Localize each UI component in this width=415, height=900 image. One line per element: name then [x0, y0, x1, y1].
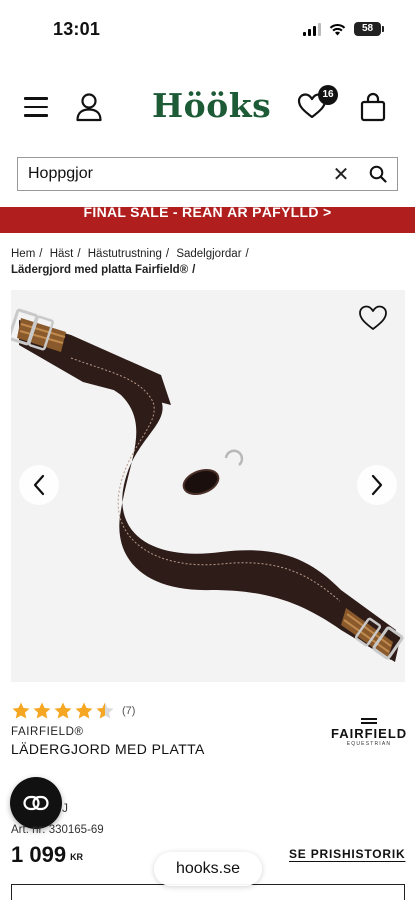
product-brand[interactable]: FAIRFIELD® [11, 726, 84, 738]
bottom-section-box [11, 884, 405, 900]
product-image [11, 308, 404, 662]
search-input[interactable]: Hoppgjor [18, 165, 323, 183]
price-currency: KR [70, 852, 84, 862]
brand-logo-mark [361, 718, 377, 724]
breadcrumb-item[interactable]: Hästutrustning [88, 248, 162, 260]
sale-banner[interactable]: FINAL SALE - REAN ÄR PÅFYLLD > [0, 207, 415, 233]
search-button[interactable] [359, 158, 397, 190]
star-full-icon [54, 702, 72, 719]
star-full-icon [12, 702, 30, 719]
sale-banner-text: FINAL SALE - REAN ÄR PÅFYLLD > [83, 207, 332, 220]
article-number: Art. nr: 330165-69 [11, 824, 104, 836]
brand-logo[interactable]: FAIRFIELD EQUESTRIAN [331, 718, 407, 747]
breadcrumb-item[interactable]: Hem [11, 248, 35, 260]
price-history-link[interactable]: SE PRISHISTORIK [289, 847, 405, 861]
product-title: LÄDERGJORD MED PLATTA [11, 741, 205, 757]
site-header: Hööks 16 [0, 76, 415, 136]
rating-count: (7) [122, 705, 136, 717]
status-icons: 58 [303, 22, 384, 36]
product-price: 1 099 KR [11, 842, 83, 868]
add-to-wishlist-icon[interactable] [358, 304, 388, 332]
next-image-button[interactable] [357, 465, 397, 505]
brand-logo-name: FAIRFIELD [331, 726, 408, 741]
account-icon[interactable] [75, 92, 103, 122]
battery-icon: 58 [354, 22, 384, 36]
breadcrumb-item[interactable]: Sadelgjordar [176, 248, 241, 260]
star-half-icon [96, 702, 114, 719]
product-gallery[interactable] [11, 290, 405, 682]
star-full-icon [33, 702, 51, 719]
search-icon [369, 165, 387, 183]
wifi-icon [329, 23, 346, 35]
chat-button[interactable] [10, 777, 62, 829]
status-time: 13:01 [53, 19, 101, 39]
clear-search-icon[interactable]: ✕ [323, 158, 359, 190]
breadcrumb-current: Lädergjord med platta Fairfield® [11, 264, 189, 276]
brand-logo-subtitle: EQUESTRIAN [346, 741, 392, 747]
price-value: 1 099 [11, 842, 67, 867]
chevron-left-icon [33, 474, 45, 496]
chat-icon [23, 795, 49, 811]
breadcrumb: Hem / Häst / Hästutrustning / Sadelgjordar /… [11, 248, 249, 276]
product-rating[interactable]: (7) [11, 701, 135, 721]
star-full-icon [75, 702, 93, 719]
browser-url-bar[interactable]: hooks.se [154, 852, 262, 886]
cart-icon[interactable] [360, 92, 386, 122]
status-bar: 13:01 58 [0, 0, 415, 60]
chevron-right-icon [371, 474, 383, 496]
wishlist-count-badge: 16 [318, 85, 338, 105]
site-logo[interactable]: Hööks [152, 86, 271, 125]
signal-icon [303, 22, 321, 36]
menu-icon[interactable] [24, 97, 48, 117]
previous-image-button[interactable] [19, 465, 59, 505]
search-bar: Hoppgjor ✕ [17, 157, 398, 191]
partial-text: J [62, 801, 68, 815]
breadcrumb-item[interactable]: Häst [50, 248, 74, 260]
